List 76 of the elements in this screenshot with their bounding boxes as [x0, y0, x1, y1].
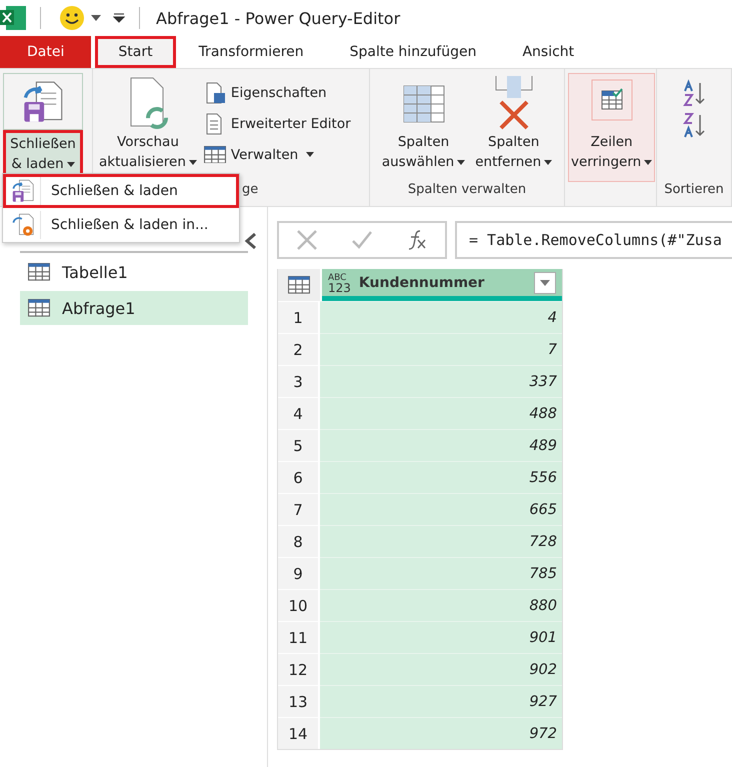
save-document-icon — [21, 80, 65, 124]
reduce-rows-button[interactable]: Zeilen verringern — [568, 73, 656, 182]
choose-columns-button[interactable]: Spalten auswählen — [378, 73, 468, 182]
query-name: Tabelle1 — [62, 262, 128, 282]
table-cell: 488 — [320, 397, 562, 429]
save-document-icon — [11, 179, 35, 203]
ribbon-tab[interactable]: Start — [95, 36, 176, 68]
file-tab[interactable]: Datei — [0, 36, 92, 68]
type-badge[interactable]: ABC 123 — [328, 272, 351, 292]
table-cell: 337 — [320, 365, 562, 397]
row-number: 14 — [278, 717, 320, 749]
row-number: 8 — [278, 525, 320, 557]
filter-button[interactable] — [534, 272, 556, 294]
sort-icon[interactable] — [682, 79, 706, 107]
row-number: 4 — [278, 397, 320, 429]
row-number: 11 — [278, 621, 320, 653]
properties-icon — [204, 82, 226, 104]
row-number: 5 — [278, 429, 320, 461]
remove-columns-button[interactable]: Spalten entfernen — [472, 73, 556, 182]
ribbon-command[interactable]: Eigenschaften — [204, 77, 351, 108]
table-menu-button[interactable] — [278, 269, 322, 301]
table-cell: 902 — [320, 653, 562, 685]
table-cell: 927 — [320, 685, 562, 717]
table-cell: 972 — [320, 717, 562, 749]
row-number: 10 — [278, 589, 320, 621]
row-number: 9 — [278, 557, 320, 589]
column-name: Kundennummer — [358, 274, 486, 290]
row-number: 1 — [278, 301, 320, 333]
formula-field[interactable]: = Table.RemoveColumns(#"Zusa — [455, 221, 732, 259]
function-icon[interactable] — [406, 229, 428, 251]
query-item[interactable]: Tabelle1 — [20, 255, 248, 289]
table-cell: 7 — [320, 333, 562, 365]
table-icon — [28, 299, 50, 317]
table-cell: 489 — [320, 429, 562, 461]
group-label: ge — [242, 182, 258, 197]
caret-icon — [66, 162, 75, 167]
row-number: 3 — [278, 365, 320, 397]
menu-item[interactable]: Schließen & laden — [3, 174, 239, 208]
row-number: 6 — [278, 461, 320, 493]
query-item[interactable]: Abfrage1 — [20, 291, 248, 325]
row-number: 2 — [278, 333, 320, 365]
load-settings-icon — [11, 213, 35, 237]
table-cell: 4 — [320, 301, 562, 333]
group-label: Spalten verwalten — [406, 182, 528, 199]
caret-icon — [644, 160, 652, 165]
caret-icon[interactable] — [91, 15, 101, 21]
smiley-icon[interactable] — [59, 5, 85, 31]
caret-icon — [457, 160, 466, 165]
check-icon[interactable] — [350, 229, 373, 251]
table-cell: 901 — [320, 621, 562, 653]
caret-icon — [306, 152, 314, 157]
table-cell: 880 — [320, 589, 562, 621]
caret-icon — [544, 160, 552, 165]
table-icon — [28, 263, 50, 281]
collapse-icon[interactable] — [244, 233, 258, 249]
query-name: Abfrage1 — [62, 298, 136, 318]
sort-icon[interactable] — [682, 111, 706, 139]
customize-icon[interactable] — [113, 13, 125, 23]
row-number: 12 — [278, 653, 320, 685]
table-cell: 785 — [320, 557, 562, 589]
window-title: Abfrage1 - Power Query-Editor — [156, 8, 400, 28]
ribbon-command[interactable]: Erweiterter Editor — [204, 108, 351, 139]
table-cell: 665 — [320, 493, 562, 525]
caret-icon — [188, 160, 197, 165]
table-icon — [204, 146, 226, 164]
row-number: 7 — [278, 493, 320, 525]
table-cell: 728 — [320, 525, 562, 557]
close-load-icon-button[interactable] — [3, 73, 83, 130]
table-icon — [288, 276, 310, 294]
remove-column-icon — [492, 74, 535, 132]
row-number: 13 — [278, 685, 320, 717]
table-cell: 556 — [320, 461, 562, 493]
caret-icon — [540, 280, 550, 286]
group-label: Sortieren — [663, 182, 725, 199]
ribbon-command[interactable]: Verwalten — [204, 139, 351, 170]
menu-item[interactable]: Schließen & laden in... — [3, 208, 239, 242]
